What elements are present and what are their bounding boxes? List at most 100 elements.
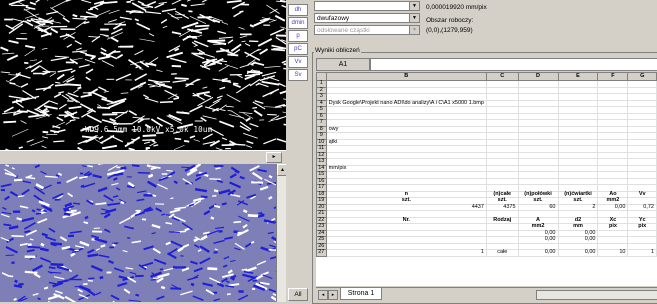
table-cell[interactable]: 1 <box>628 250 657 257</box>
particle-mark <box>230 260 235 261</box>
combo-1[interactable]: ▼ <box>314 1 420 11</box>
work-area-label: Obszar roboczy: <box>426 17 473 24</box>
lamella-mark <box>73 90 78 93</box>
lamella-mark <box>149 34 154 36</box>
lamella-mark <box>135 50 144 54</box>
lamella-mark <box>10 83 16 84</box>
particle-mark <box>126 268 134 269</box>
chevron-down-icon[interactable]: ▼ <box>409 26 419 34</box>
column-header[interactable]: G <box>628 73 657 81</box>
table-cell[interactable]: 0,00 <box>518 250 558 257</box>
column-header[interactable]: F <box>598 73 628 81</box>
table-cell[interactable]: 0,00 <box>558 250 598 257</box>
all-button[interactable]: All <box>288 288 308 301</box>
lamella-mark <box>181 5 186 6</box>
lamella-mark <box>232 2 245 8</box>
lamella-mark <box>250 79 260 86</box>
particles-combo[interactable]: odsłowane cząstki▼ <box>314 25 420 35</box>
particle-mark <box>260 187 268 190</box>
lamella-mark <box>142 140 154 141</box>
sheet-hscrollbar[interactable] <box>536 290 657 300</box>
lamella-mark <box>156 70 162 72</box>
particle-mark <box>40 258 50 262</box>
lamella-mark <box>263 89 279 97</box>
particle-mark <box>82 166 86 167</box>
chevron-down-icon[interactable]: ▼ <box>409 14 419 22</box>
lamella-mark <box>21 121 27 124</box>
particle-mark <box>30 239 34 240</box>
lamella-mark <box>222 138 227 140</box>
table-cell[interactable]: całe <box>486 250 518 257</box>
analyzed-image[interactable] <box>0 164 276 302</box>
lamella-mark <box>121 93 129 94</box>
lamella-mark <box>76 21 86 28</box>
first-sheet-icon[interactable]: ◂ <box>318 290 328 300</box>
param-button-p[interactable]: p <box>288 30 308 42</box>
phase-combo[interactable]: dwufazowy▼ <box>314 13 420 23</box>
lamella-mark <box>241 41 245 42</box>
lamella-mark <box>172 0 183 4</box>
sheet-tab[interactable]: Strona 1 <box>340 288 382 300</box>
lamella-mark <box>129 111 137 115</box>
param-button-pc[interactable]: pC <box>288 43 308 55</box>
lamella-mark <box>217 96 223 98</box>
column-header[interactable]: C <box>486 73 518 81</box>
particle-mark <box>73 203 80 204</box>
lamella-mark <box>254 111 262 116</box>
particle-mark <box>171 241 183 246</box>
lamella-mark <box>71 70 75 72</box>
lamella-mark <box>219 66 229 72</box>
particle-mark <box>191 284 194 285</box>
param-button-dmin[interactable]: dmin <box>288 17 308 29</box>
lamella-mark <box>191 28 208 31</box>
lamella-mark <box>102 146 117 149</box>
spreadsheet-grid[interactable]: BCDEFG1234Dysk Google\Projekt nano ADI\d… <box>316 72 657 286</box>
particle-mark <box>156 208 162 211</box>
column-header[interactable]: B <box>326 73 486 81</box>
param-button-vv[interactable]: Vv <box>288 56 308 68</box>
lamella-mark <box>69 107 82 109</box>
particle-mark <box>161 287 165 288</box>
particle-mark <box>25 272 38 273</box>
lamella-mark <box>246 118 250 121</box>
table-cell[interactable]: Dysk Google\Projekt nano ADI\do analizy\… <box>326 100 486 107</box>
lamella-mark <box>220 87 226 89</box>
particle-mark <box>215 168 220 169</box>
particle-mark <box>104 195 114 201</box>
particle-mark <box>34 195 43 201</box>
param-button-sv[interactable]: Sv <box>288 69 308 81</box>
table-cell[interactable]: 1 <box>326 250 486 257</box>
particle-mark <box>165 223 171 224</box>
particle-mark <box>215 227 224 228</box>
lamella-mark <box>51 29 58 33</box>
row-header[interactable]: 27 <box>317 250 327 257</box>
scroll-right-icon[interactable]: ▸ <box>266 152 282 163</box>
lamella-mark <box>76 48 82 50</box>
lamella-mark <box>99 136 103 139</box>
particle-mark <box>252 173 262 179</box>
particle-mark <box>242 275 255 278</box>
particle-mark <box>117 283 127 286</box>
results-table: BCDEFG1234Dysk Google\Projekt nano ADI\d… <box>316 72 657 257</box>
particle-mark <box>22 218 34 221</box>
particle-mark <box>153 249 160 254</box>
formula-bar[interactable] <box>370 58 657 71</box>
particle-mark <box>65 204 72 207</box>
horizontal-scrollbar[interactable]: ▸ <box>0 150 286 163</box>
lamella-mark <box>155 4 165 8</box>
particle-mark <box>170 198 173 199</box>
column-header[interactable]: D <box>518 73 558 81</box>
column-header[interactable]: E <box>558 73 598 81</box>
next-sheet-icon[interactable]: ▸ <box>328 290 338 300</box>
particle-mark <box>230 174 236 177</box>
particle-mark <box>24 223 35 229</box>
particle-mark <box>214 299 220 301</box>
param-button-dh[interactable]: dh <box>288 4 308 16</box>
cell-reference[interactable]: A1 <box>316 58 370 71</box>
lamella-mark <box>125 137 140 146</box>
chevron-down-icon[interactable]: ▼ <box>409 2 419 10</box>
particle-mark <box>135 295 138 296</box>
lamella-mark <box>258 83 269 87</box>
table-row: 271całe0,000,00101 <box>317 250 657 257</box>
table-cell[interactable]: 10 <box>598 250 628 257</box>
